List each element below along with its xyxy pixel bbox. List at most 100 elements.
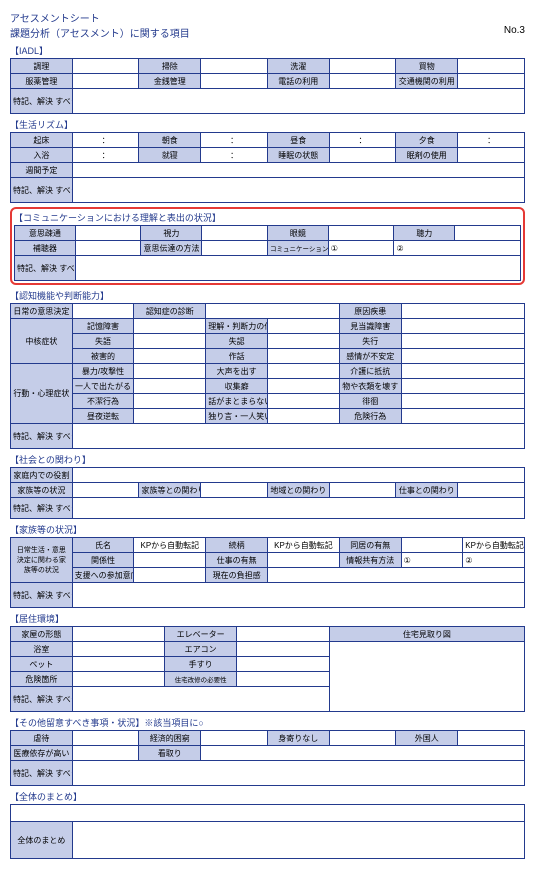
notes-field[interactable]: [72, 761, 524, 786]
cell[interactable]: [201, 483, 268, 498]
cell[interactable]: [201, 74, 268, 89]
cell[interactable]: KPから自動転記: [463, 538, 525, 553]
cell[interactable]: KPから自動転記: [134, 538, 206, 553]
cell[interactable]: [134, 334, 206, 349]
cell[interactable]: [267, 319, 339, 334]
cell[interactable]: [134, 319, 206, 334]
cell[interactable]: [72, 163, 524, 178]
cell[interactable]: [267, 379, 339, 394]
cell[interactable]: [72, 642, 165, 657]
cell[interactable]: ：: [72, 133, 139, 148]
cell[interactable]: [458, 483, 525, 498]
cell[interactable]: [267, 334, 339, 349]
notes-field[interactable]: [72, 583, 524, 608]
cell[interactable]: [267, 394, 339, 409]
cell[interactable]: [329, 148, 396, 163]
cell[interactable]: [201, 731, 268, 746]
cell[interactable]: ②: [463, 553, 525, 568]
cell[interactable]: ①: [328, 241, 394, 256]
cell[interactable]: [267, 409, 339, 424]
cell[interactable]: [72, 468, 524, 483]
cell[interactable]: [201, 746, 525, 761]
cell[interactable]: [329, 483, 396, 498]
cell[interactable]: [206, 304, 340, 319]
cell[interactable]: [401, 334, 524, 349]
cell[interactable]: [329, 59, 396, 74]
cell[interactable]: [134, 553, 206, 568]
cell[interactable]: [134, 364, 206, 379]
cell: 仕事の有無: [206, 553, 268, 568]
cell[interactable]: ：: [201, 133, 268, 148]
cell[interactable]: [237, 627, 330, 642]
cell[interactable]: [267, 349, 339, 364]
cell: 続柄: [206, 538, 268, 553]
cell[interactable]: [134, 394, 206, 409]
cell[interactable]: [202, 226, 268, 241]
iadl-table: 調理 掃除 洗濯 買物 服薬管理 金銭管理 電話の利用 交通機関の利用 特記、解…: [10, 58, 525, 114]
cell: 家族等との関わり: [139, 483, 201, 498]
cell[interactable]: [329, 74, 396, 89]
cell[interactable]: [237, 657, 330, 672]
cell[interactable]: KPから自動転記: [267, 538, 339, 553]
cell[interactable]: ①: [401, 553, 463, 568]
notes-field[interactable]: [72, 89, 524, 114]
cell[interactable]: ：: [72, 148, 139, 163]
cell[interactable]: [401, 394, 524, 409]
cell[interactable]: [134, 349, 206, 364]
cell[interactable]: [329, 731, 396, 746]
cell[interactable]: ：: [329, 133, 396, 148]
cell[interactable]: [75, 226, 141, 241]
cell[interactable]: [72, 74, 139, 89]
notes-field[interactable]: [72, 687, 329, 712]
housing-table: 家屋の形態 エレベーター 住宅見取り図 浴室 エアコン ペット 手すり 危険箇所…: [10, 626, 525, 712]
cell[interactable]: ②: [394, 241, 521, 256]
notes-field[interactable]: [75, 256, 520, 281]
cell[interactable]: [237, 642, 330, 657]
cell[interactable]: [72, 59, 139, 74]
cell: 眼鏡: [267, 226, 328, 241]
cell[interactable]: [401, 538, 463, 553]
cell[interactable]: [401, 364, 524, 379]
cell[interactable]: ：: [458, 133, 525, 148]
floor-plan-area[interactable]: [329, 642, 524, 712]
cell[interactable]: [458, 74, 525, 89]
cell: 日常生活・意思 決定に関わる家 族等の状況: [11, 538, 73, 583]
summary-top[interactable]: [11, 805, 525, 822]
cell[interactable]: [458, 148, 525, 163]
notes-field[interactable]: [72, 178, 524, 203]
summary-field[interactable]: [72, 822, 524, 859]
cell[interactable]: [328, 226, 394, 241]
cell[interactable]: [202, 241, 268, 256]
cell[interactable]: [401, 379, 524, 394]
cell: 看取り: [139, 746, 201, 761]
cell[interactable]: [401, 409, 524, 424]
cell[interactable]: [267, 553, 339, 568]
cell: 話がまとまらない: [206, 394, 268, 409]
cell[interactable]: [72, 657, 165, 672]
page-title-2: 課題分析（アセスメント）に関する項目: [10, 25, 190, 40]
cell[interactable]: [458, 731, 525, 746]
cell[interactable]: [401, 304, 524, 319]
cell[interactable]: [134, 379, 206, 394]
cell[interactable]: [267, 568, 524, 583]
cell[interactable]: ：: [201, 148, 268, 163]
cell[interactable]: [455, 226, 521, 241]
cell[interactable]: [237, 672, 330, 687]
cell[interactable]: [72, 731, 139, 746]
cell[interactable]: [75, 241, 141, 256]
cell[interactable]: [72, 304, 134, 319]
cell[interactable]: [72, 746, 139, 761]
cell[interactable]: [458, 59, 525, 74]
notes-field[interactable]: [72, 424, 524, 449]
cell[interactable]: [267, 364, 339, 379]
cell[interactable]: [134, 568, 206, 583]
cell[interactable]: [72, 672, 165, 687]
cell[interactable]: [401, 319, 524, 334]
cell[interactable]: [201, 59, 268, 74]
cell[interactable]: [72, 627, 165, 642]
cell[interactable]: [401, 349, 524, 364]
cell[interactable]: [72, 483, 139, 498]
notes-field[interactable]: [72, 498, 524, 519]
cell: 洗濯: [267, 59, 329, 74]
cell[interactable]: [134, 409, 206, 424]
